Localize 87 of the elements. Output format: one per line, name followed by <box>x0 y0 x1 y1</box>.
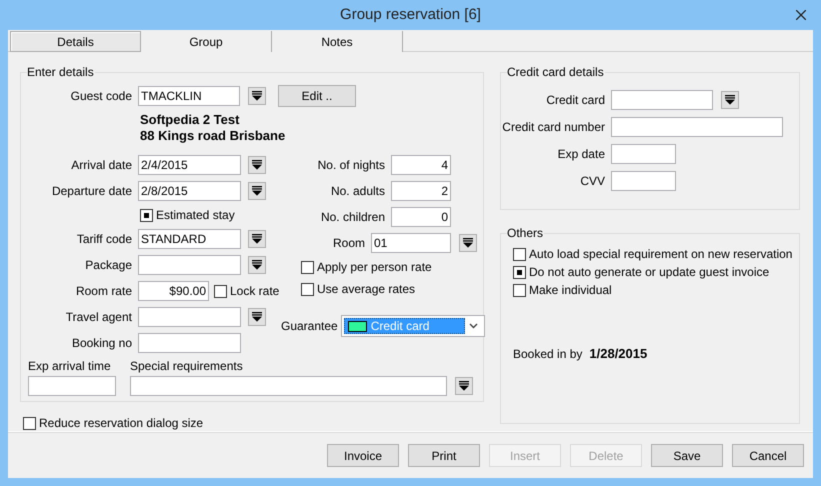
text-field[interactable]: 2/8/2015 <box>138 181 241 201</box>
dropdown-icon <box>252 91 262 101</box>
dropdown-button[interactable] <box>455 377 473 395</box>
field-label: No. of nights <box>316 157 386 174</box>
dropdown-button[interactable] <box>248 156 266 174</box>
field-label: Booking no <box>70 335 133 352</box>
dropdown-button[interactable] <box>248 230 266 248</box>
dropdown-button[interactable] <box>248 256 266 274</box>
window-title: Group reservation [6] <box>340 4 481 25</box>
field-label: Travel agent <box>64 309 133 326</box>
dropdown-icon <box>252 160 262 170</box>
checkbox[interactable] <box>513 266 526 278</box>
field-label: Tariff code <box>76 231 133 248</box>
field-label: Credit card <box>545 92 606 109</box>
dialog-button[interactable]: Print <box>408 444 480 467</box>
text-field[interactable] <box>138 333 241 353</box>
checkbox[interactable] <box>513 284 526 296</box>
field-label: Package <box>84 257 133 274</box>
field-label: Room rate <box>74 283 133 300</box>
tab[interactable]: Details <box>10 31 141 52</box>
dropdown-icon <box>252 312 262 322</box>
field-label: Credit card number <box>501 119 606 136</box>
checkbox[interactable] <box>23 416 36 430</box>
tab[interactable]: Group <box>141 31 272 52</box>
field-label: Departure date <box>50 183 133 200</box>
dropdown-icon <box>252 260 262 270</box>
edit-button[interactable]: Edit .. <box>278 85 356 107</box>
field-label: Special requirements <box>130 358 243 375</box>
dropdown-icon <box>252 186 262 196</box>
text-field[interactable] <box>138 307 241 327</box>
dropdown-button[interactable] <box>721 91 739 109</box>
text-field[interactable]: STANDARD <box>138 229 241 249</box>
text-field[interactable]: TMACKLIN <box>138 86 240 106</box>
dropdown-button[interactable] <box>248 182 266 200</box>
text-field[interactable]: 2/4/2015 <box>138 155 241 175</box>
text-field[interactable] <box>611 144 676 164</box>
booked-in-label: Booked in by <box>513 346 582 363</box>
text-field[interactable] <box>138 255 241 275</box>
text-field[interactable]: 01 <box>371 233 451 253</box>
checkbox[interactable] <box>214 284 227 298</box>
field-label: Arrival date <box>70 157 133 174</box>
text-field[interactable]: $90.00 <box>138 281 209 301</box>
text-field[interactable]: 4 <box>391 155 451 175</box>
field-label: No. children <box>320 209 386 226</box>
field-label: Guarantee <box>281 318 339 335</box>
combo-value: Credit card <box>370 318 430 335</box>
text-field[interactable] <box>130 376 447 396</box>
checkbox-label: Reduce reservation dialog size <box>39 415 204 432</box>
dropdown-icon <box>459 381 469 391</box>
dropdown-button[interactable] <box>248 308 266 326</box>
field-label: Room <box>332 235 366 252</box>
field-label: Exp arrival time <box>28 358 112 375</box>
field-label: No. adults <box>330 183 386 200</box>
field-label: CVV <box>579 173 606 190</box>
dropdown-icon <box>252 234 262 244</box>
checkbox-label: Use average rates <box>317 281 416 298</box>
booked-in-date: 1/28/2015 <box>589 345 648 363</box>
checkbox[interactable] <box>513 248 526 260</box>
close-icon <box>796 10 806 20</box>
checkbox-label: Lock rate <box>230 283 280 300</box>
text-field[interactable] <box>611 171 676 191</box>
dialog-button[interactable]: Save <box>651 444 723 467</box>
dropdown-button[interactable] <box>248 87 266 105</box>
text-field[interactable]: 2 <box>391 181 451 201</box>
checkbox-label: Make individual <box>529 282 612 299</box>
guest-info-line: 88 Kings road Brisbane <box>140 128 286 144</box>
checkbox-label: Estimated stay <box>156 207 235 224</box>
text-field[interactable] <box>611 90 713 110</box>
text-field[interactable]: 0 <box>391 207 451 227</box>
chevron-icon <box>468 323 478 329</box>
dropdown-icon <box>463 238 473 248</box>
dropdown-button[interactable] <box>459 234 477 252</box>
dropdown-icon <box>725 95 735 105</box>
guest-info-line: Softpedia 2 Test <box>140 112 240 128</box>
checkbox-label: Apply per person rate <box>317 259 432 276</box>
dialog-button[interactable]: Cancel <box>732 444 804 467</box>
dialog-button[interactable]: Invoice <box>327 444 399 467</box>
field-label: Guest code <box>70 88 133 105</box>
text-field[interactable] <box>28 376 116 396</box>
checkbox[interactable] <box>140 208 153 222</box>
checkbox[interactable] <box>301 260 314 274</box>
text-field[interactable] <box>611 117 783 137</box>
tab[interactable]: Notes <box>272 31 403 52</box>
checkbox[interactable] <box>301 282 314 296</box>
checkbox-label: Do not auto generate or update guest invoice <box>529 264 770 281</box>
checkbox-label: Auto load special requirement on new reservation <box>529 246 792 263</box>
field-label: Exp date <box>556 146 606 163</box>
